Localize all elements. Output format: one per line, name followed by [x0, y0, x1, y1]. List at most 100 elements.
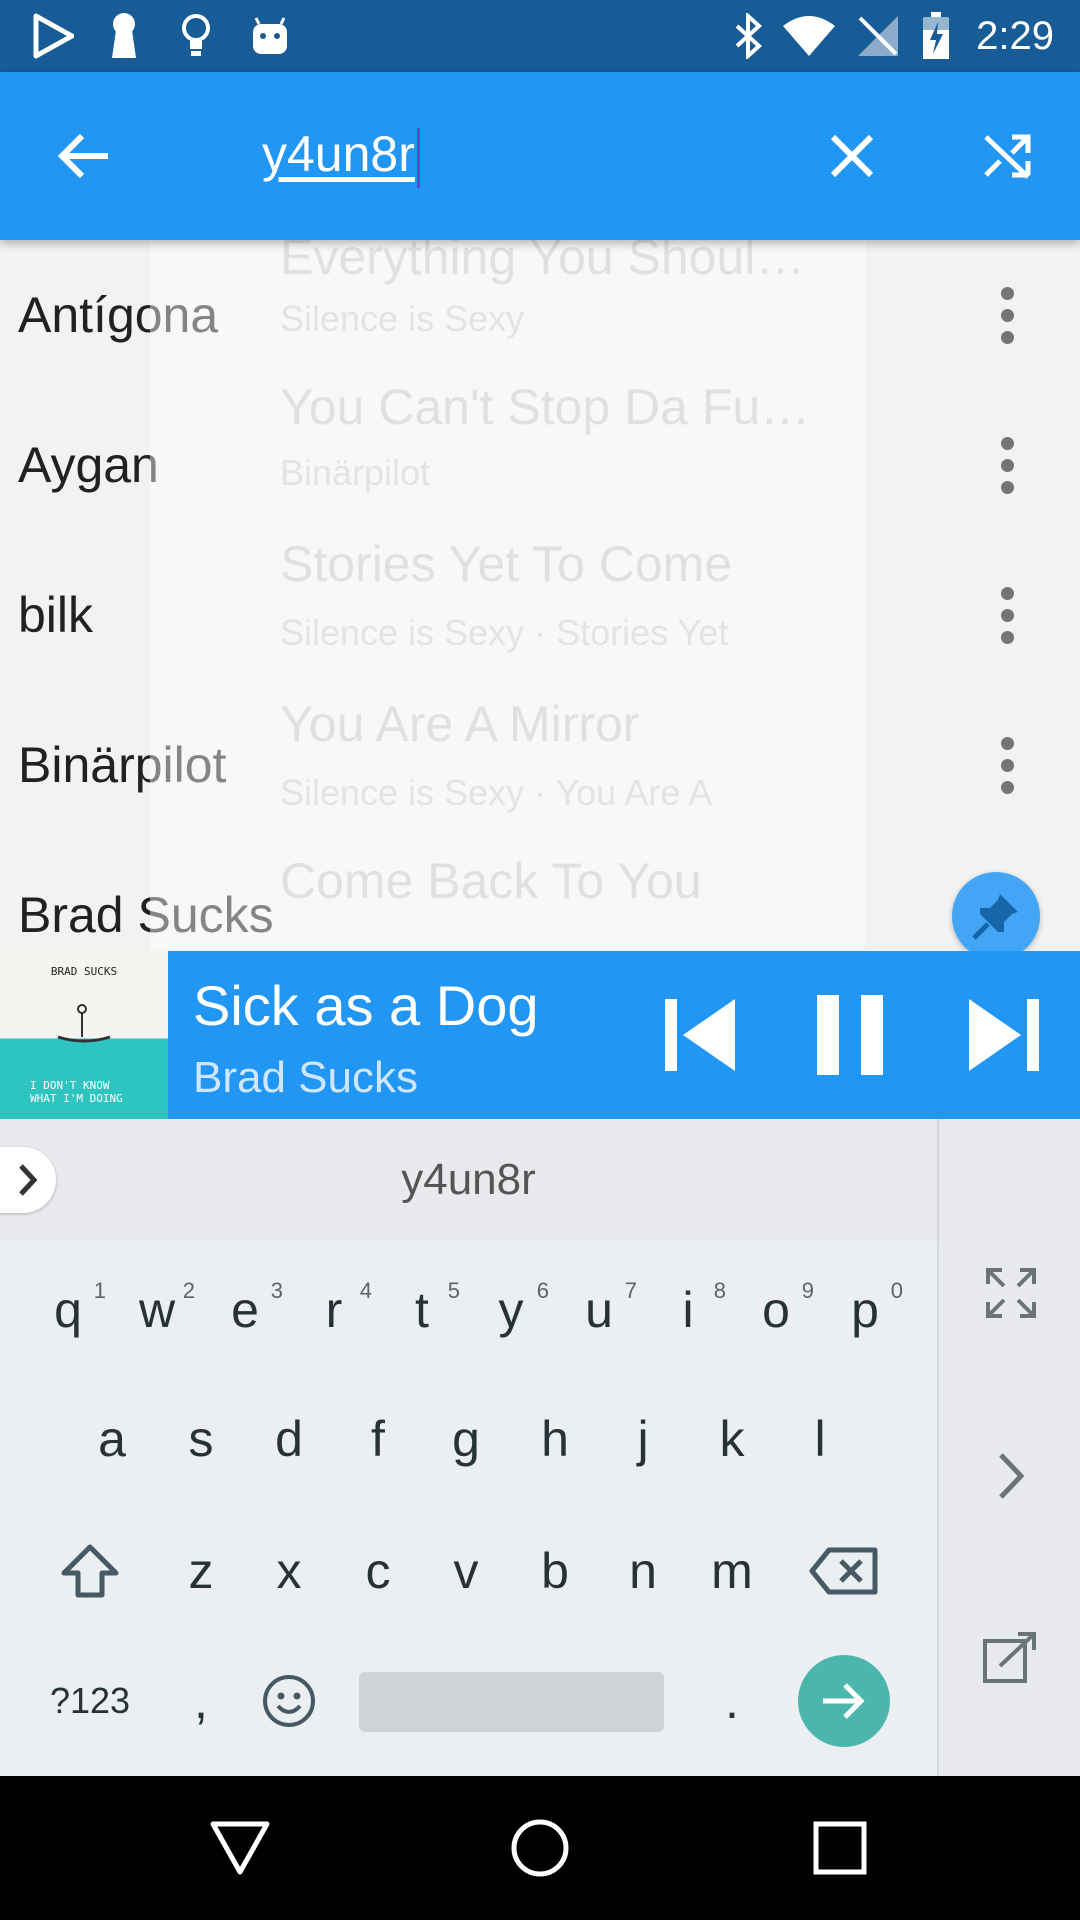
album-art[interactable]: BRAD SUCKS I DON'T KNOW WHAT I'M DOING [0, 951, 168, 1119]
status-time: 2:29 [976, 14, 1054, 58]
key-h[interactable]: h [511, 1379, 599, 1499]
key-l[interactable]: l [776, 1379, 864, 1499]
artist-name: Antígona [18, 287, 219, 343]
chevron-right-icon [19, 1164, 38, 1196]
search-query-text: y4un8r [262, 126, 415, 182]
more-options-button[interactable] [972, 690, 1042, 840]
key-v[interactable]: v [422, 1511, 510, 1631]
previous-button[interactable] [640, 951, 760, 1119]
key-b[interactable]: b [511, 1511, 599, 1631]
status-bar: 2:29 [0, 0, 1080, 72]
key-c[interactable]: c [334, 1511, 422, 1631]
skip-next-icon [969, 999, 1039, 1071]
key-u[interactable]: u7 [555, 1250, 643, 1370]
text-caret [416, 127, 420, 188]
recents-nav-button[interactable] [760, 1776, 920, 1920]
pause-icon [817, 995, 883, 1075]
enter-key[interactable] [798, 1655, 890, 1747]
keyboard-side-panel [937, 1119, 1080, 1776]
wifi-icon [778, 0, 840, 72]
pin-button[interactable] [952, 872, 1040, 960]
back-button[interactable] [24, 72, 144, 240]
open-in-new-icon [982, 1632, 1036, 1683]
key-f[interactable]: f [334, 1379, 422, 1499]
backspace-icon [809, 1547, 878, 1595]
backspace-key[interactable] [784, 1511, 904, 1631]
space-key[interactable] [359, 1672, 664, 1732]
key-a[interactable]: a [68, 1379, 156, 1499]
symbols-key[interactable]: ?123 [30, 1641, 150, 1761]
shuffle-button[interactable] [948, 72, 1068, 240]
search-input[interactable]: y4un8r [262, 122, 420, 188]
more-options-button[interactable] [972, 240, 1042, 390]
close-icon [830, 134, 874, 178]
key-d[interactable]: d [245, 1379, 333, 1499]
now-playing-artist: Brad Sucks [193, 1053, 418, 1102]
fullscreen-icon [985, 1268, 1036, 1318]
home-circle-icon [511, 1819, 569, 1877]
shift-icon [61, 1544, 119, 1598]
clear-search-button[interactable] [792, 72, 912, 240]
floating-keyboard-button[interactable] [939, 1597, 1080, 1717]
home-nav-button[interactable] [460, 1776, 620, 1920]
battery-charging-icon [918, 0, 954, 72]
key-s[interactable]: s [157, 1379, 245, 1499]
recents-square-icon [813, 1821, 867, 1875]
comma-key[interactable]: , [157, 1641, 245, 1761]
next-button[interactable] [944, 951, 1064, 1119]
keyhole-icon [104, 0, 144, 72]
suggestion-word[interactable]: y4un8r [0, 1119, 937, 1241]
bluetooth-icon [728, 0, 768, 72]
key-w[interactable]: w2 [113, 1250, 201, 1370]
shuffle-icon [984, 134, 1031, 179]
key-o[interactable]: o9 [732, 1250, 820, 1370]
soft-keyboard: y4un8r q1 w2 e3 r4 t5 y6 u7 i8 o9 p0 a s… [0, 1119, 1080, 1776]
period-key[interactable]: . [688, 1641, 776, 1761]
key-p[interactable]: p0 [821, 1250, 909, 1370]
back-nav-button[interactable] [160, 1776, 320, 1920]
search-app-bar: y4un8r [0, 72, 1080, 240]
more-options-button[interactable] [972, 390, 1042, 540]
navigation-bar [0, 1776, 1080, 1920]
pause-button[interactable] [790, 951, 910, 1119]
artist-name: Brad Sucks [18, 887, 274, 943]
key-x[interactable]: x [245, 1511, 333, 1631]
shift-key[interactable] [30, 1511, 150, 1631]
emoji-icon [263, 1675, 315, 1727]
arrow-forward-icon [823, 1683, 865, 1719]
more-options-button[interactable] [972, 540, 1042, 690]
key-q[interactable]: q1 [24, 1250, 112, 1370]
list-item[interactable]: Binärpilot [0, 690, 1080, 840]
key-n[interactable]: n [599, 1511, 687, 1631]
key-r[interactable]: r4 [290, 1250, 378, 1370]
key-m[interactable]: m [688, 1511, 776, 1631]
list-item[interactable]: Brad Sucks [0, 840, 1080, 950]
now-playing-bar[interactable]: BRAD SUCKS I DON'T KNOW WHAT I'M DOING S… [0, 951, 1080, 1119]
lightbulb-icon [176, 0, 216, 72]
list-item[interactable]: Antígona [0, 240, 1080, 390]
next-panel-button[interactable] [939, 1416, 1080, 1536]
key-e[interactable]: e3 [201, 1250, 289, 1370]
artist-name: bilk [18, 587, 94, 643]
list-item[interactable]: Aygan [0, 390, 1080, 540]
album-art-title-text: I DON'T KNOW WHAT I'M DOING [30, 1079, 123, 1105]
emoji-key[interactable] [245, 1641, 333, 1761]
key-z[interactable]: z [157, 1511, 245, 1631]
list-item[interactable]: bilk [0, 540, 1080, 690]
key-y[interactable]: y6 [467, 1250, 555, 1370]
artist-name: Binärpilot [18, 737, 227, 793]
key-g[interactable]: g [422, 1379, 510, 1499]
skip-previous-icon [665, 999, 735, 1071]
no-signal-icon [854, 0, 902, 72]
key-i[interactable]: i8 [644, 1250, 732, 1370]
artist-list: Antígona Aygan bilk Binärpilot Brad Suck… [0, 240, 1080, 950]
key-k[interactable]: k [688, 1379, 776, 1499]
now-playing-title: Sick as a Dog [193, 974, 539, 1037]
fullscreen-button[interactable] [939, 1233, 1080, 1353]
key-j[interactable]: j [599, 1379, 687, 1499]
android-icon [248, 0, 292, 72]
artist-name: Aygan [18, 437, 159, 493]
back-triangle-icon [210, 1821, 270, 1875]
key-t[interactable]: t5 [378, 1250, 466, 1370]
suggestion-strip: y4un8r [0, 1119, 937, 1241]
